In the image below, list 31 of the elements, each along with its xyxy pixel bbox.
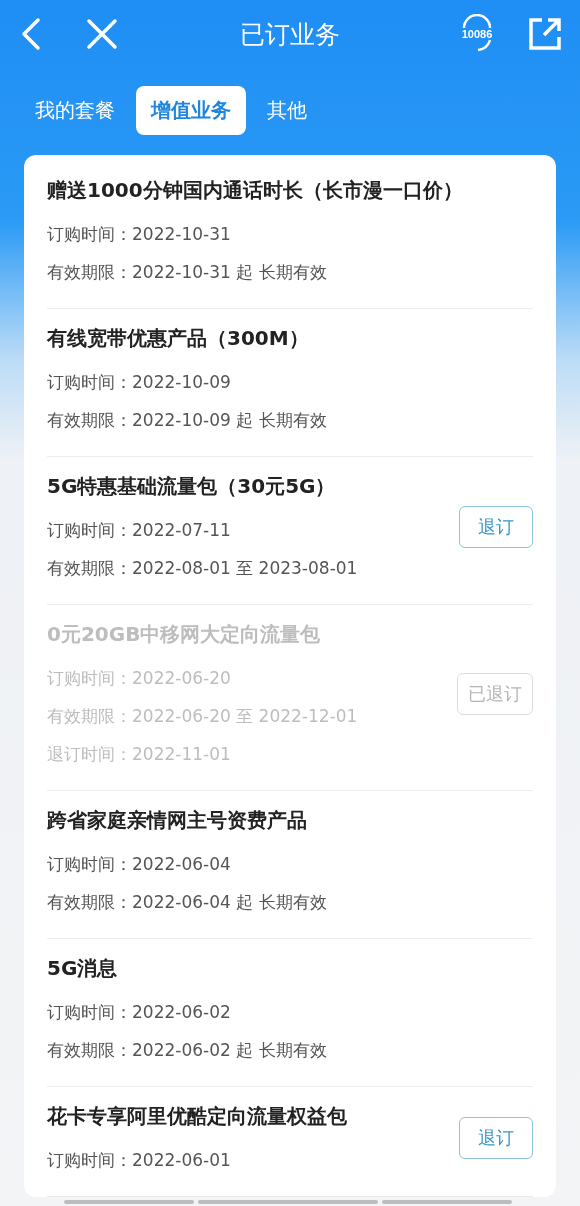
service-detail: 订购时间：2022-06-04 xyxy=(47,853,232,876)
service-title: 跨省家庭亲情网主号资费产品 xyxy=(47,807,308,834)
service-title: 花卡专享阿里优酷定向流量权益包 xyxy=(47,1103,348,1130)
service-detail: 有效期限：2022-06-02 起 长期有效 xyxy=(47,1039,328,1062)
service-detail: 有效期限：2022-10-31 起 长期有效 xyxy=(47,261,328,284)
service-detail: 订购时间：2022-10-31 xyxy=(47,223,232,246)
service-detail: 订购时间：2022-10-09 xyxy=(47,371,232,394)
service-detail: 订购时间：2022-06-02 xyxy=(47,1001,232,1024)
service-detail: 有效期限：2022-06-04 起 长期有效 xyxy=(47,891,328,914)
service-title: 5G消息 xyxy=(47,955,119,982)
service-detail: 订购时间：2022-06-20 xyxy=(47,667,232,690)
service-detail: 有效期限：2022-08-01 至 2023-08-01 xyxy=(47,557,359,580)
tab[interactable]: 增值业务 xyxy=(136,86,246,135)
service-title: 赠送1000分钟国内通话时长（长市漫一口价） xyxy=(47,177,464,204)
tab[interactable]: 我的套餐 xyxy=(20,86,130,135)
service-detail: 订购时间：2022-07-11 xyxy=(47,519,232,542)
unsubscribe-button[interactable]: 退订 xyxy=(459,1116,533,1159)
service-title: 有线宽带优惠产品（300M） xyxy=(47,325,310,352)
service-detail: 有效期限：2022-10-09 起 长期有效 xyxy=(47,409,328,432)
service-detail: 订购时间：2022-06-01 xyxy=(47,1149,232,1172)
service-title: 0元20GB中移网大定向流量包 xyxy=(47,621,322,648)
service-title: 5G特惠基础流量包（30元5G） xyxy=(47,473,337,500)
service-detail: 有效期限：2022-06-20 至 2022-12-01 xyxy=(47,705,359,728)
close-icon[interactable] xyxy=(86,18,118,50)
unsubscribe-button[interactable]: 退订 xyxy=(459,505,533,548)
tab[interactable]: 其他 xyxy=(252,86,322,135)
hotline-button[interactable]: 10086 xyxy=(456,14,498,54)
cancelled-label: 已退订 xyxy=(457,672,533,715)
share-icon[interactable] xyxy=(528,17,562,51)
service-detail: 退订时间：2022-11-01 xyxy=(47,743,232,766)
page-title: 已订业务 xyxy=(240,18,340,51)
